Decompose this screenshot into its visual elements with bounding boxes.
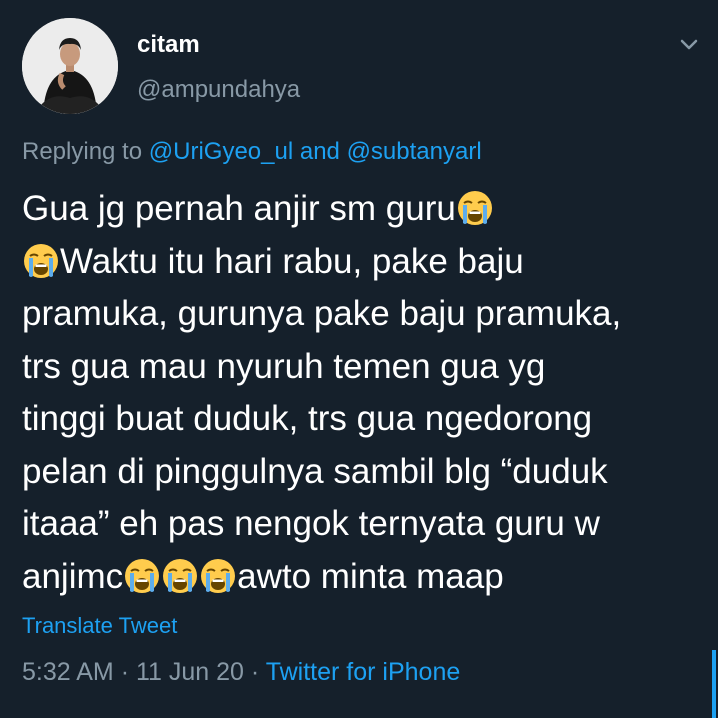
chevron-down-icon[interactable] xyxy=(674,32,704,58)
tweet-line-text: awto minta maap xyxy=(237,556,504,596)
tweet-line-text: Gua jg pernah anjir sm guru xyxy=(22,189,456,228)
tweet-line-text: anjimc xyxy=(22,556,124,596)
loudly-crying-face-icon xyxy=(124,558,160,594)
tweet-text: Gua jg pernah anjir sm guru Waktu itu ha… xyxy=(22,183,712,603)
reply-user-link[interactable]: @UriGyeo_ul xyxy=(149,138,293,165)
tweet-line: pramuka, gurunya pake baju pramuka, xyxy=(22,294,622,333)
tweet-line: trs gua mau nyuruh temen gua yg xyxy=(22,346,546,386)
loudly-crying-face-icon xyxy=(23,243,59,279)
avatar[interactable] xyxy=(22,18,118,114)
tweet-date: 11 Jun 20 xyxy=(135,658,244,686)
loudly-crying-face-icon xyxy=(200,558,236,594)
tweet-time: 5:32 AM xyxy=(22,658,114,686)
scroll-indicator xyxy=(712,650,716,718)
reply-joiner: and xyxy=(299,138,340,165)
translate-tweet-link[interactable]: Translate Tweet xyxy=(22,613,177,639)
user-handle[interactable]: @ampundahya xyxy=(137,76,300,104)
avatar-photo xyxy=(22,18,118,114)
tweet-line: Gua jg pernah anjir sm guru xyxy=(22,183,712,236)
tweet-line: anjimc awto minta maap xyxy=(22,551,712,604)
display-name[interactable]: citam xyxy=(137,31,200,59)
tweet-source-link[interactable]: Twitter for iPhone xyxy=(266,658,461,686)
separator: · xyxy=(120,658,130,686)
reply-user-link[interactable]: @subtanyarl xyxy=(347,138,482,165)
tweet-card: citam @ampundahya Replying to @UriGyeo_u… xyxy=(0,0,718,718)
replying-to-prefix: Replying to xyxy=(22,138,143,165)
tweet-line: tinggi buat duduk, trs gua ngedorong xyxy=(22,399,593,438)
tweet-line: Waktu itu hari rabu, pake baju xyxy=(22,236,712,289)
loudly-crying-face-icon xyxy=(162,558,198,594)
separator: · xyxy=(250,658,260,686)
replying-to: Replying to @UriGyeo_ul and @subtanyarl xyxy=(22,138,482,166)
tweet-meta: 5:32 AM · 11 Jun 20 · Twitter for iPhone xyxy=(22,658,460,687)
tweet-line: itaaa” eh pas nengok ternyata guru w xyxy=(22,504,600,543)
loudly-crying-face-icon xyxy=(457,190,493,226)
tweet-line: pelan di pinggulnya sambil blg “duduk xyxy=(22,451,608,491)
tweet-line-text: Waktu itu hari rabu, pake baju xyxy=(60,241,524,281)
